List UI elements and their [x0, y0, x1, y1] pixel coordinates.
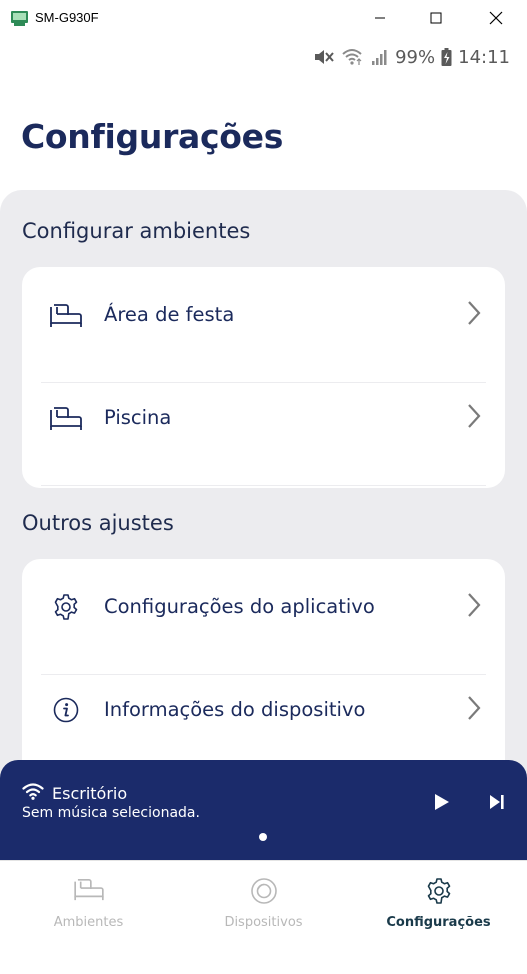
- window-title: SM-G930F: [35, 10, 99, 25]
- chevron-right-icon: [468, 404, 481, 428]
- tab-configuracoes[interactable]: Configurações: [351, 861, 526, 974]
- minimize-icon: [375, 17, 385, 19]
- battery-percent: 99%: [395, 46, 436, 68]
- tab-dispositivos[interactable]: Dispositivos: [176, 861, 351, 974]
- chevron-right-icon: [468, 696, 481, 720]
- minimize-button[interactable]: [358, 4, 402, 32]
- status-bar: 99% 14:11: [0, 42, 527, 72]
- player-room: Escritório: [52, 784, 128, 803]
- info-icon: [53, 697, 79, 723]
- play-icon[interactable]: [433, 792, 451, 812]
- list-item-area-de-festa[interactable]: Área de festa: [22, 267, 505, 383]
- list-item-label: Configurações do aplicativo: [104, 595, 375, 618]
- section-title-ambientes: Configurar ambientes: [22, 219, 251, 243]
- close-icon: [489, 11, 503, 25]
- section-title-outros: Outros ajustes: [22, 511, 174, 535]
- tab-label: Configurações: [386, 915, 491, 930]
- mini-player[interactable]: Escritório Sem música selecionada.: [0, 760, 527, 860]
- window-titlebar: SM-G930F: [0, 0, 527, 36]
- sofa-icon: [50, 304, 82, 327]
- bottom-nav: Ambientes Dispositivos Configurações: [0, 860, 527, 974]
- gear-icon: [54, 594, 78, 620]
- tab-ambientes[interactable]: Ambientes: [1, 861, 176, 974]
- speaker-icon: [250, 878, 277, 904]
- maximize-button[interactable]: [414, 4, 458, 32]
- list-item-piscina[interactable]: Piscina: [22, 370, 505, 486]
- player-status: Sem música selecionada.: [22, 805, 200, 821]
- sofa-icon: [50, 407, 82, 430]
- chevron-right-icon: [468, 593, 481, 617]
- close-button[interactable]: [474, 4, 518, 32]
- battery-charging-icon: [441, 48, 452, 66]
- page-indicator-dot: [259, 833, 267, 841]
- status-time: 14:11: [458, 46, 510, 68]
- list-item-app-settings[interactable]: Configurações do aplicativo: [22, 559, 505, 675]
- ambientes-card: Área de festa Piscina: [22, 267, 505, 488]
- maximize-icon: [430, 12, 442, 24]
- list-item-device-info[interactable]: Informações do dispositivo: [22, 662, 505, 778]
- chevron-right-icon: [468, 301, 481, 325]
- wifi-icon: [342, 49, 362, 65]
- app-icon: [11, 11, 28, 26]
- page-title: Configurações: [21, 117, 284, 156]
- tab-label: Dispositivos: [224, 915, 303, 930]
- sofa-icon: [73, 878, 104, 901]
- list-item-label: Informações do dispositivo: [104, 698, 366, 721]
- divider: [41, 485, 486, 486]
- skip-next-icon[interactable]: [488, 794, 506, 810]
- wifi-icon: [22, 783, 44, 800]
- tab-label: Ambientes: [53, 915, 124, 930]
- gear-icon: [427, 878, 450, 904]
- list-item-label: Piscina: [104, 406, 172, 429]
- mute-icon: [315, 50, 334, 64]
- list-item-label: Área de festa: [104, 303, 235, 326]
- signal-icon: [372, 50, 387, 65]
